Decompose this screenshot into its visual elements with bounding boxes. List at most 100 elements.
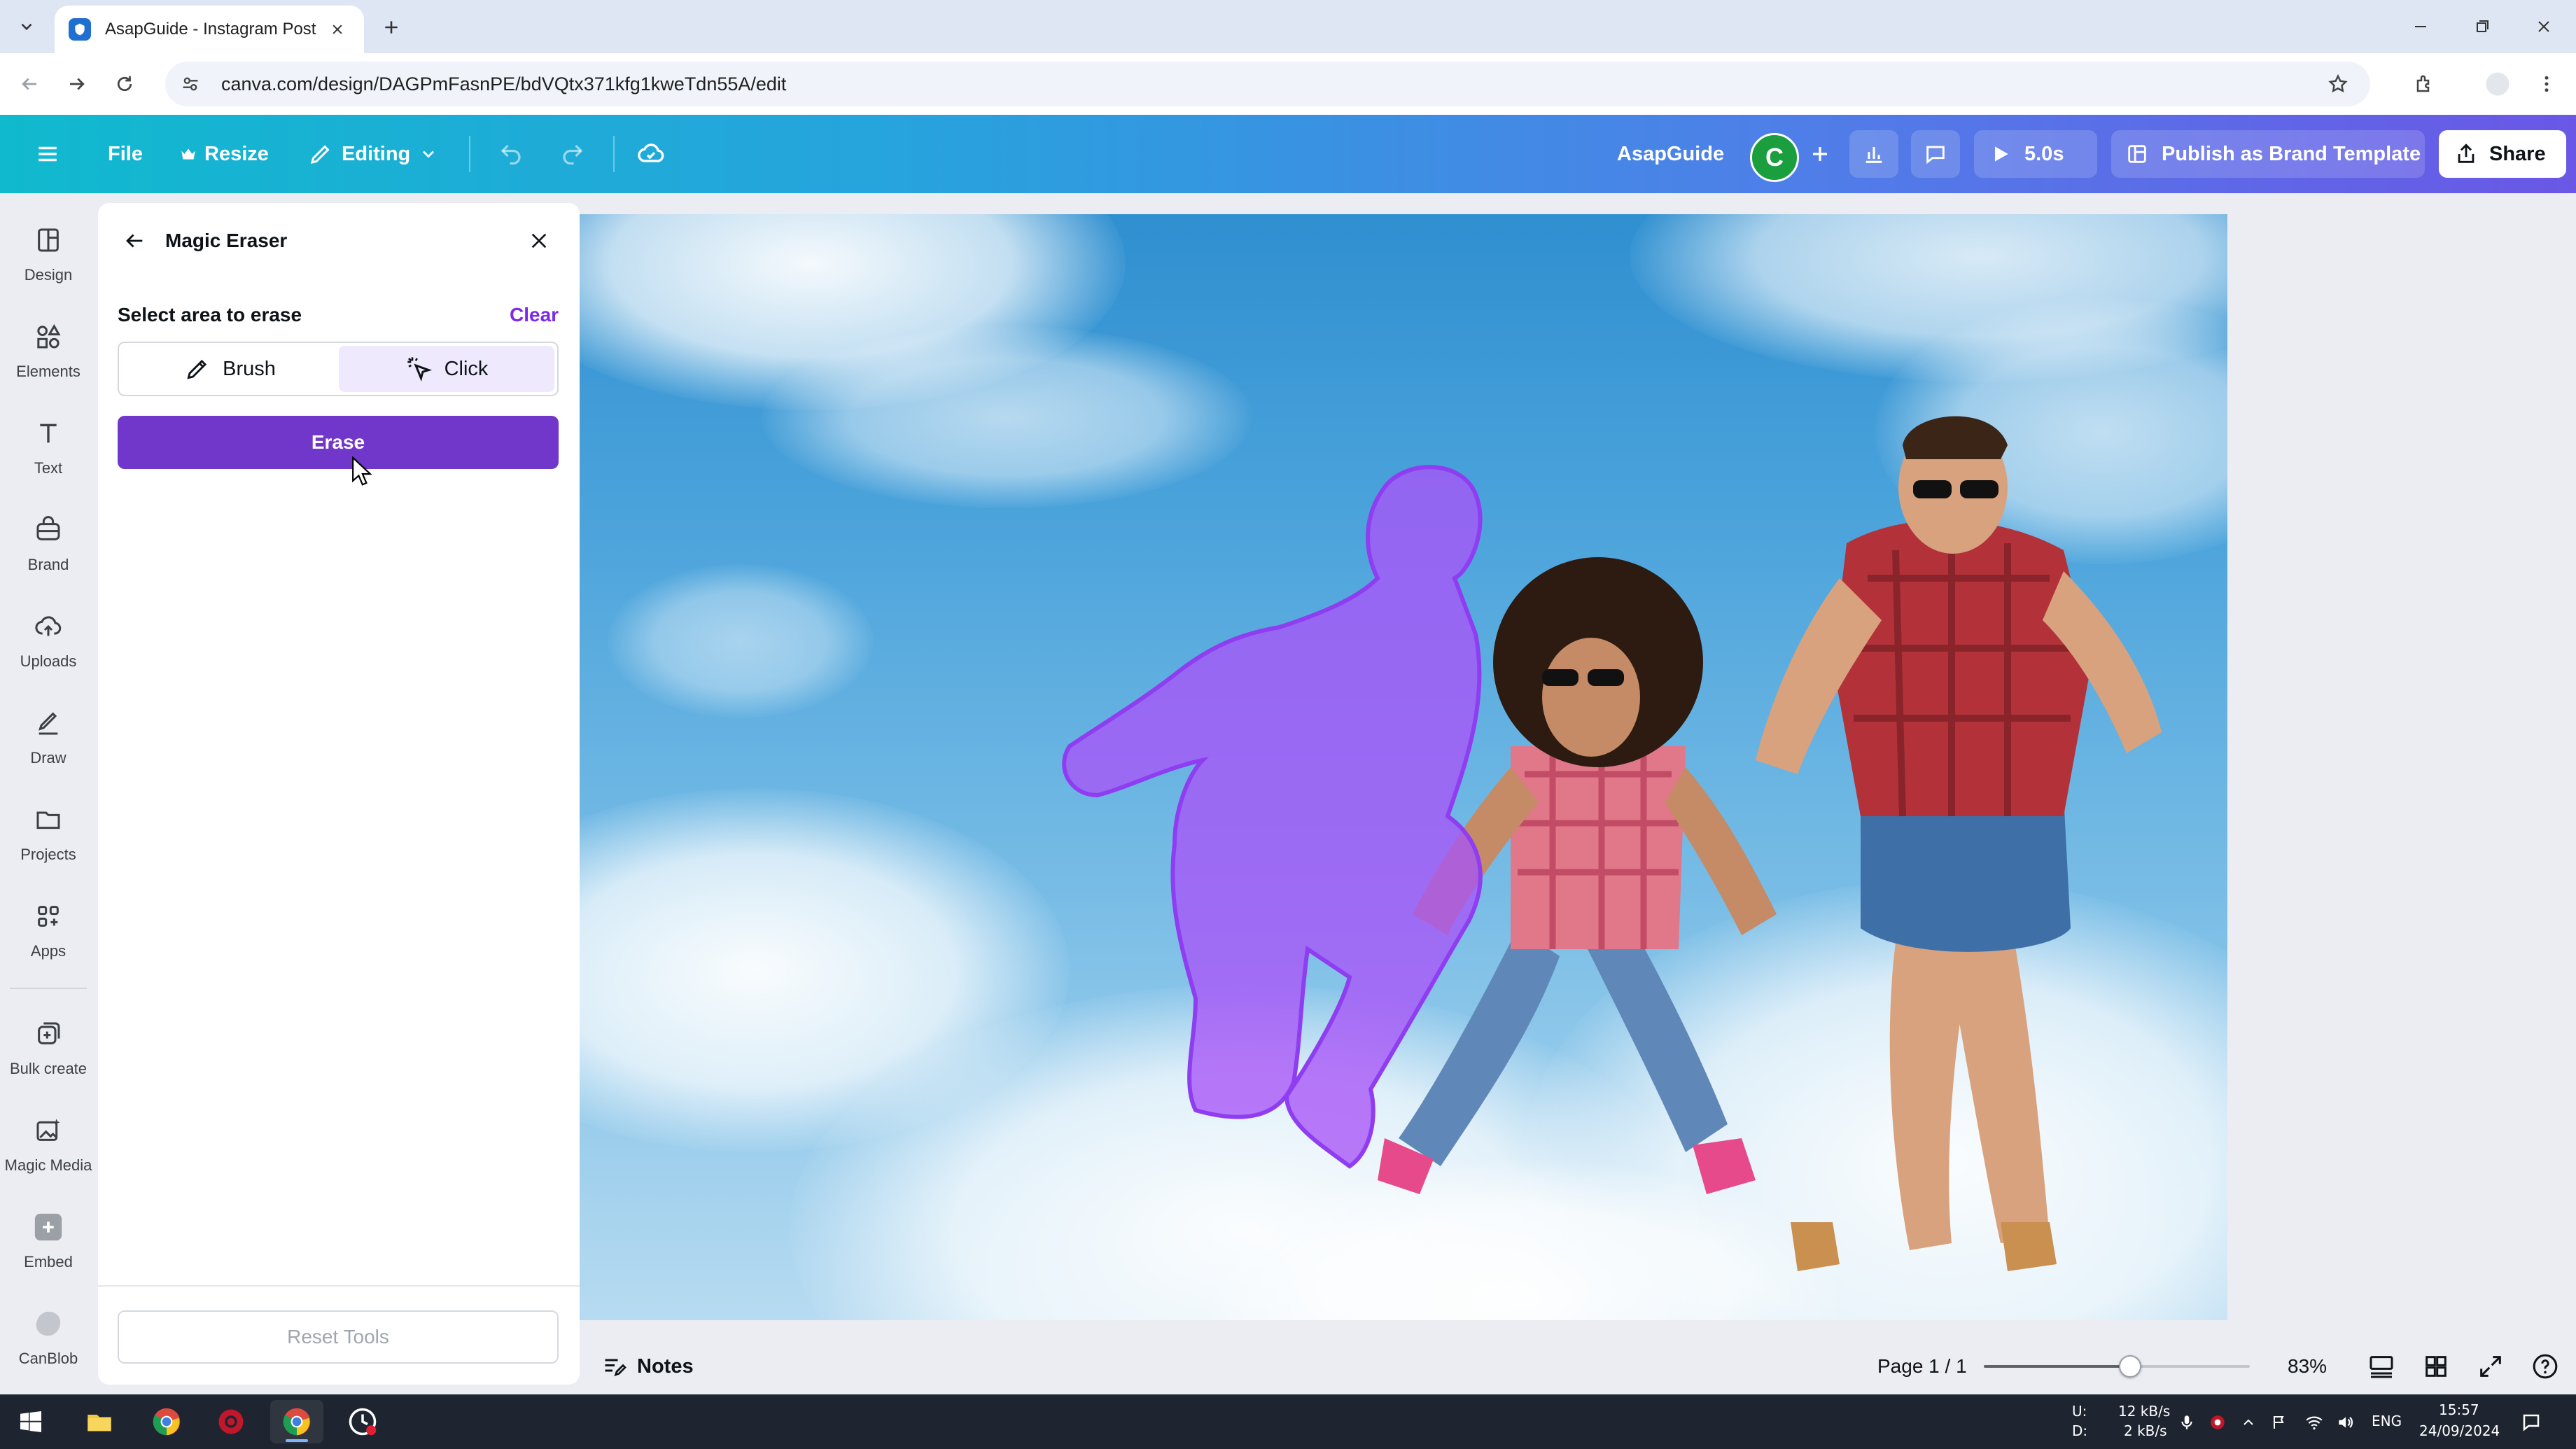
rail-item-elements[interactable]: Elements	[0, 307, 97, 391]
rail-label-text: Text	[34, 459, 63, 477]
zoom-slider-thumb[interactable]	[2119, 1355, 2141, 1378]
fullscreen-expand-icon[interactable]	[2475, 1351, 2506, 1382]
site-info-icon[interactable]	[176, 70, 204, 98]
rail-label-magic-media: Magic Media	[4, 1156, 92, 1174]
chrome-icon[interactable]	[140, 1400, 193, 1443]
microphone-icon[interactable]	[2176, 1411, 2198, 1434]
net-up-label: U:	[2072, 1403, 2087, 1420]
share-button[interactable]: Share	[2439, 130, 2566, 178]
clear-link[interactable]: Clear	[510, 304, 559, 326]
insights-button[interactable]	[1849, 130, 1898, 178]
design-canvas[interactable]	[580, 214, 2227, 1320]
tab-close-icon[interactable]	[325, 17, 350, 42]
flag-icon[interactable]	[2268, 1411, 2290, 1434]
wifi-icon[interactable]	[2303, 1411, 2325, 1434]
page-view-icon[interactable]	[2366, 1351, 2397, 1382]
erase-button[interactable]: Erase	[118, 416, 559, 469]
reset-tools-button[interactable]: Reset Tools	[118, 1310, 559, 1364]
rail-item-uploads[interactable]: Uploads	[0, 596, 97, 680]
rail-item-embed[interactable]: Embed	[0, 1197, 97, 1281]
clock-time[interactable]: 15:57	[2439, 1401, 2479, 1418]
rail-item-bulk-create[interactable]: Bulk create	[0, 1004, 97, 1088]
bulk-create-icon	[32, 1018, 64, 1050]
embed-app-icon	[32, 1211, 64, 1243]
chrome-active-icon[interactable]	[270, 1400, 323, 1443]
comments-button[interactable]	[1911, 130, 1960, 178]
play-duration: 5.0s	[2024, 142, 2064, 165]
rail-label-design: Design	[24, 266, 73, 284]
extensions-puzzle-icon[interactable]	[2408, 67, 2442, 101]
team-name[interactable]: AsapGuide	[1617, 115, 1724, 193]
recording-indicator-icon[interactable]	[2206, 1411, 2229, 1434]
draw-pen-icon	[32, 707, 64, 739]
tray-overflow-chevron-icon[interactable]	[2237, 1411, 2260, 1434]
net-up-speed: 12 kB/s	[2118, 1403, 2171, 1420]
browser-tab-active[interactable]: AsapGuide - Instagram Post	[55, 6, 364, 53]
page-indicator[interactable]: Page 1 / 1	[1877, 1355, 1967, 1378]
url-text[interactable]: canva.com/design/DAGPmFasnPE/bdVQtx371kf…	[221, 74, 786, 95]
profile-avatar-icon[interactable]	[2481, 67, 2514, 101]
bookmark-star-icon[interactable]	[2324, 70, 2352, 98]
back-arrow-icon[interactable]	[118, 224, 151, 258]
editing-mode-dropdown[interactable]: Editing	[308, 115, 438, 193]
file-explorer-icon[interactable]	[73, 1400, 126, 1443]
zoom-slider-fill	[1984, 1365, 2130, 1368]
publish-brand-template-button[interactable]: Publish as Brand Template	[2111, 130, 2425, 178]
grid-view-icon[interactable]	[2421, 1351, 2451, 1382]
rail-item-apps[interactable]: Apps	[0, 886, 97, 970]
keyboard-language[interactable]: ENG	[2372, 1413, 2402, 1429]
rail-item-brand[interactable]: Brand	[0, 500, 97, 584]
rail-item-projects[interactable]: Projects	[0, 790, 97, 874]
back-arrow-icon[interactable]	[13, 67, 46, 101]
redo-icon[interactable]	[556, 137, 589, 171]
rail-item-design[interactable]: Design	[0, 210, 97, 294]
projects-folder-icon	[32, 804, 64, 836]
comment-bubble-icon	[1926, 146, 1945, 164]
zoom-percentage[interactable]: 83%	[2288, 1355, 2327, 1378]
mouse-pointer-icon	[352, 456, 372, 486]
main-menu-hamburger-icon[interactable]	[31, 137, 64, 171]
cloud-saved-icon[interactable]	[634, 137, 668, 171]
rail-item-canblob[interactable]: CanBlob	[0, 1294, 97, 1378]
windows-start-icon[interactable]	[4, 1400, 57, 1443]
brush-mode-button[interactable]: Brush	[122, 346, 337, 392]
close-icon[interactable]	[522, 224, 556, 258]
resize-button[interactable]: Resize	[179, 115, 269, 193]
restore-window-icon[interactable]	[2461, 10, 2503, 43]
clock-date[interactable]: 24/09/2024	[2419, 1422, 2500, 1439]
help-question-icon[interactable]	[2530, 1351, 2561, 1382]
add-collaborator-plus-icon[interactable]	[1803, 137, 1837, 171]
rail-item-text[interactable]: Text	[0, 403, 97, 487]
uploads-cloud-icon	[32, 610, 64, 643]
editor-bottom-bar: Notes Page 1 / 1 83%	[580, 1338, 2576, 1394]
resize-label: Resize	[204, 142, 269, 165]
notes-icon	[601, 1352, 629, 1380]
notes-button[interactable]: Notes	[601, 1348, 694, 1385]
forward-arrow-icon[interactable]	[60, 67, 94, 101]
present-play-button[interactable]: 5.0s	[1974, 130, 2097, 178]
net-down-speed: 2 kB/s	[2124, 1422, 2167, 1439]
tab-list-chevron-icon[interactable]	[10, 10, 43, 43]
user-avatar[interactable]: C	[1750, 133, 1799, 182]
screen-recorder-icon[interactable]	[204, 1400, 258, 1443]
reload-icon[interactable]	[108, 67, 141, 101]
browser-menu-kebab-icon[interactable]	[2530, 67, 2563, 101]
rail-label-canblob: CanBlob	[18, 1350, 78, 1367]
click-mode-button[interactable]: Click	[339, 346, 554, 392]
volume-speaker-icon[interactable]	[2334, 1411, 2356, 1434]
file-menu[interactable]: File	[108, 115, 143, 193]
omnibox[interactable]: canva.com/design/DAGPmFasnPE/bdVQtx371kf…	[165, 62, 2370, 106]
rail-item-magic-media[interactable]: Magic Media	[0, 1100, 97, 1184]
zoom-slider[interactable]	[1984, 1355, 2250, 1378]
minimize-window-icon[interactable]	[2400, 10, 2442, 43]
jumping-family-photo	[1062, 416, 2162, 1271]
selection-mode-toggle: Brush Click	[118, 342, 559, 396]
template-icon	[2128, 145, 2146, 163]
rail-item-draw[interactable]: Draw	[0, 693, 97, 777]
new-tab-plus-icon[interactable]	[377, 13, 406, 42]
undo-icon[interactable]	[494, 137, 528, 171]
pencil-icon	[310, 145, 330, 164]
close-window-icon[interactable]	[2523, 10, 2565, 43]
timer-app-icon[interactable]	[336, 1400, 389, 1443]
notification-center-icon[interactable]	[2520, 1411, 2542, 1434]
